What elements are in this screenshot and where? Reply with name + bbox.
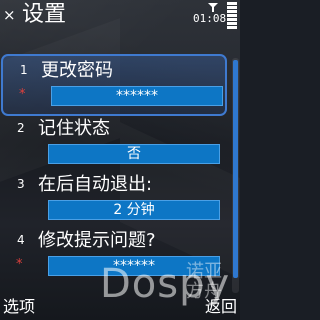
item-number: 4 [17,233,25,247]
title-bar: × 设置 01:08 [0,0,240,32]
battery-icon [227,2,237,30]
item-number: 2 [17,121,25,135]
battery-segment [227,6,237,9]
item-number: 3 [17,177,25,191]
scrollbar[interactable] [232,58,239,293]
battery-segment [227,26,237,29]
setting-item-remember-state[interactable]: 2 记住状态 否 [0,114,226,176]
item-label: 记住状态 [38,118,110,139]
page-title: 设置 [22,2,67,27]
item-number: 1 [20,63,28,77]
options-softkey[interactable]: 选项 [3,296,35,318]
item-label: 在后自动退出: [38,174,153,195]
item-label: 更改密码 [41,60,113,81]
required-marker: * [16,257,23,272]
back-softkey[interactable]: 返回 [205,296,237,318]
item-value[interactable]: 2 分钟 [48,200,220,220]
battery-segment [227,18,237,21]
item-value[interactable]: ****** [51,86,223,106]
item-label: 修改提示问题? [38,230,156,251]
clock: 01:08 [193,12,227,25]
setting-item-change-password[interactable]: 1 更改密码 * ****** [1,54,227,116]
battery-segment [227,22,237,25]
battery-segment [227,14,237,17]
signal-antenna-icon [208,3,218,12]
setting-item-auto-exit[interactable]: 3 在后自动退出: 2 分钟 [0,170,226,232]
scrollbar-thumb[interactable] [233,60,238,278]
required-marker: * [19,87,26,102]
close-icon[interactable]: × [3,6,16,24]
battery-segment [227,2,237,5]
battery-segment [227,10,237,13]
item-value[interactable]: 否 [48,144,220,164]
